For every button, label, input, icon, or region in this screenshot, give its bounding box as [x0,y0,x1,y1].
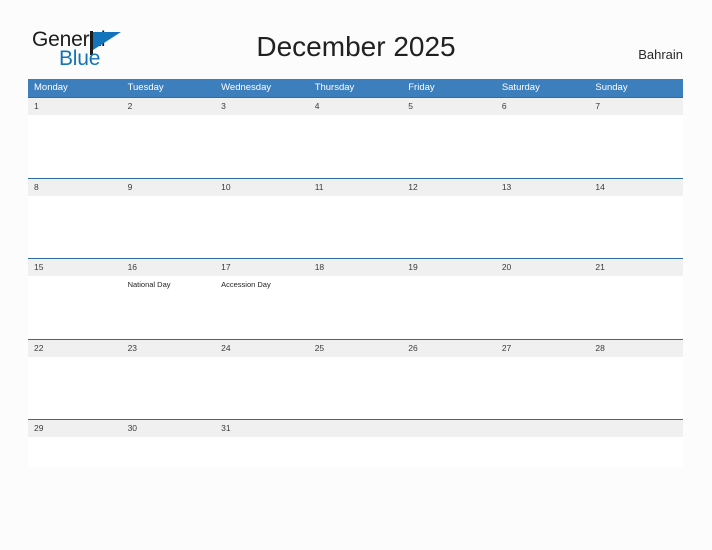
date-number[interactable]: 4 [309,98,403,115]
week-event-band: National Day Accession Day [28,276,683,338]
day-event [309,196,403,258]
date-number[interactable]: 25 [309,340,403,357]
weekday-header-saturday: Saturday [501,82,540,93]
date-number[interactable]: 24 [215,340,309,357]
day-event [402,196,496,258]
page-title: December 2025 [256,31,456,62]
weekday-header-sunday: Sunday [595,82,628,93]
date-number[interactable]: 7 [589,98,683,115]
weekday-header-row: Monday Tuesday Wednesday Thursday Friday… [28,79,683,97]
date-number[interactable]: 23 [122,340,216,357]
week-row: 1 2 3 4 5 6 7 [28,97,683,178]
week-date-band: 15 16 17 18 19 20 21 [28,258,683,276]
day-event [309,115,403,177]
date-number-empty [589,420,683,437]
day-event [589,437,683,467]
date-number[interactable]: 31 [215,420,309,437]
day-event [122,196,216,258]
day-event [402,357,496,419]
date-number-empty [309,420,403,437]
date-number[interactable]: 27 [496,340,590,357]
day-event [309,357,403,419]
week-event-band [28,356,683,419]
date-number[interactable]: 11 [309,179,403,196]
date-number[interactable]: 18 [309,259,403,276]
date-number[interactable]: 6 [496,98,590,115]
weekday-header-tuesday: Tuesday [127,82,164,93]
day-event: Accession Day [221,280,271,289]
date-number[interactable]: 15 [28,259,122,276]
date-number[interactable]: 13 [496,179,590,196]
day-event [496,276,590,338]
page-header: General Blue December 2025 Bahrain [0,0,712,76]
week-date-band: 22 23 24 25 26 27 28 [28,338,683,357]
date-number[interactable]: 2 [122,98,216,115]
date-number[interactable]: 22 [28,340,122,357]
day-event [589,196,683,258]
date-number[interactable]: 26 [402,340,496,357]
date-number-empty [402,420,496,437]
date-number[interactable]: 8 [28,179,122,196]
day-event [402,115,496,177]
day-event [215,196,309,258]
day-event [309,276,403,338]
day-event [402,437,496,467]
day-event [589,115,683,177]
week-date-band: 1 2 3 4 5 6 7 [28,97,683,115]
day-event [215,357,309,419]
date-number[interactable]: 19 [402,259,496,276]
weekday-header-wednesday: Wednesday [221,82,272,93]
date-number[interactable]: 21 [589,259,683,276]
date-number[interactable]: 5 [402,98,496,115]
week-event-band [28,115,683,177]
date-number[interactable]: 17 [215,259,309,276]
month-calendar: Monday Tuesday Wednesday Thursday Friday… [28,79,683,500]
date-number-empty [496,420,590,437]
day-event [28,357,122,419]
day-event [28,437,122,467]
day-event: National Day [127,280,171,289]
day-event [28,115,122,177]
week-event-band [28,437,683,467]
week-row: 15 16 17 18 19 20 21 National Day Access… [28,258,683,339]
day-event [402,276,496,338]
country-label: Bahrain [638,47,683,62]
day-event [589,276,683,338]
day-event [122,115,216,177]
week-date-band: 29 30 31 [28,419,683,437]
day-event [496,196,590,258]
day-event [496,437,590,467]
date-number[interactable]: 9 [122,179,216,196]
date-number[interactable]: 29 [28,420,122,437]
week-date-band: 8 9 10 11 12 13 14 [28,177,683,196]
date-number[interactable]: 3 [215,98,309,115]
day-event [309,437,403,467]
day-event [122,437,216,467]
date-number[interactable]: 28 [589,340,683,357]
week-row: 29 30 31 [28,419,683,500]
date-number[interactable]: 16 [122,259,216,276]
day-event [28,196,122,258]
day-event [215,437,309,467]
week-row: 8 9 10 11 12 13 14 [28,177,683,259]
date-number[interactable]: 14 [589,179,683,196]
date-number[interactable]: 20 [496,259,590,276]
weekday-header-thursday: Thursday [314,82,355,93]
date-number[interactable]: 30 [122,420,216,437]
day-event [122,357,216,419]
date-number[interactable]: 1 [28,98,122,115]
weekday-header-monday: Monday [34,82,68,93]
week-event-band [28,195,683,258]
day-event [28,276,122,338]
day-event [215,115,309,177]
day-event [589,357,683,419]
week-row: 22 23 24 25 26 27 28 [28,338,683,420]
weekday-header-friday: Friday [408,82,435,93]
date-number[interactable]: 10 [215,179,309,196]
day-event [496,357,590,419]
date-number[interactable]: 12 [402,179,496,196]
day-event [496,115,590,177]
